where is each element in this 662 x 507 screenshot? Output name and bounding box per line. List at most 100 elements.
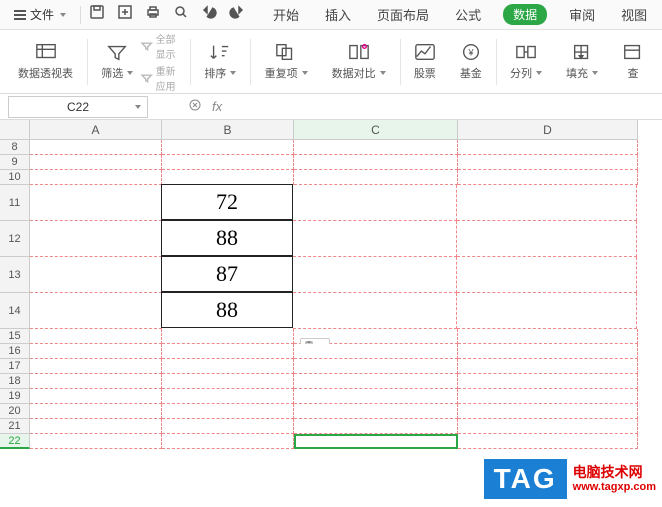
cell-B15[interactable]	[162, 329, 294, 344]
cell-A15[interactable]	[30, 329, 162, 344]
cell-C11[interactable]	[293, 185, 457, 221]
row-header-14[interactable]: 14	[0, 293, 30, 329]
split-button[interactable]: 分列	[500, 34, 552, 90]
sort-button[interactable]: 排序	[194, 34, 246, 90]
col-header-B[interactable]: B	[162, 120, 294, 140]
name-box[interactable]: C22	[8, 96, 148, 118]
cell-C14[interactable]	[293, 293, 457, 329]
select-all-corner[interactable]	[0, 120, 30, 140]
cell-C13[interactable]	[293, 257, 457, 293]
cell-D9[interactable]	[458, 155, 638, 170]
save-icon[interactable]	[89, 4, 105, 25]
cell-B19[interactable]	[162, 389, 294, 404]
file-menu[interactable]: 文件	[8, 4, 72, 25]
cell-B11[interactable]: 72	[161, 184, 293, 220]
row-header-21[interactable]: 21	[0, 419, 30, 434]
row-header-13[interactable]: 13	[0, 257, 30, 293]
cell-B21[interactable]	[162, 419, 294, 434]
cell-D19[interactable]	[458, 389, 638, 404]
row-header-17[interactable]: 17	[0, 359, 30, 374]
cell-D20[interactable]	[458, 404, 638, 419]
tab-start[interactable]: 开始	[269, 3, 303, 26]
row-header-22[interactable]: 22	[0, 434, 30, 449]
row-header-18[interactable]: 18	[0, 374, 30, 389]
cell-D18[interactable]	[458, 374, 638, 389]
cell-C12[interactable]	[293, 221, 457, 257]
cell-D11[interactable]	[457, 185, 637, 221]
tab-layout[interactable]: 页面布局	[373, 3, 433, 26]
cell-D16[interactable]	[458, 344, 638, 359]
print-icon[interactable]	[145, 4, 161, 25]
cell-B17[interactable]	[162, 359, 294, 374]
cell-A8[interactable]	[30, 140, 162, 155]
cell-B13[interactable]: 87	[161, 256, 293, 292]
cell-B18[interactable]	[162, 374, 294, 389]
cell-A13[interactable]	[30, 257, 162, 293]
undo-icon[interactable]	[201, 4, 217, 25]
cell-B22[interactable]	[162, 434, 294, 449]
stock-button[interactable]: 股票	[404, 34, 446, 90]
cell-D21[interactable]	[458, 419, 638, 434]
cell-B12[interactable]: 88	[161, 220, 293, 256]
row-header-19[interactable]: 19	[0, 389, 30, 404]
col-header-D[interactable]: D	[458, 120, 638, 140]
row-header-8[interactable]: 8	[0, 140, 30, 155]
redo-icon[interactable]	[229, 4, 245, 25]
row-header-11[interactable]: 11	[0, 185, 30, 221]
find-button[interactable]: 查	[612, 34, 654, 90]
cell-B14[interactable]: 88	[161, 292, 293, 328]
filter-button[interactable]: 筛选	[101, 43, 133, 81]
cell-A17[interactable]	[30, 359, 162, 374]
row-header-16[interactable]: 16	[0, 344, 30, 359]
row-header-12[interactable]: 12	[0, 221, 30, 257]
cell-D8[interactable]	[458, 140, 638, 155]
cell-B16[interactable]	[162, 344, 294, 359]
dedupe-button[interactable]: 重复项	[255, 34, 318, 90]
cell-B8[interactable]	[162, 140, 294, 155]
cell-C10[interactable]	[294, 170, 458, 185]
cell-D14[interactable]	[457, 293, 637, 329]
cell-A9[interactable]	[30, 155, 162, 170]
cell-C17[interactable]	[294, 359, 458, 374]
cell-A11[interactable]	[30, 185, 162, 221]
show-all-button[interactable]: 全部显示	[141, 31, 176, 61]
cell-C22[interactable]	[294, 434, 458, 449]
cell-D22[interactable]	[458, 434, 638, 449]
tab-formula[interactable]: 公式	[451, 3, 485, 26]
cell-A14[interactable]	[30, 293, 162, 329]
tab-view[interactable]: 视图	[617, 3, 651, 26]
cell-D10[interactable]	[458, 170, 638, 185]
row-header-9[interactable]: 9	[0, 155, 30, 170]
row-header-10[interactable]: 10	[0, 170, 30, 185]
cell-C21[interactable]	[294, 419, 458, 434]
cell-A10[interactable]	[30, 170, 162, 185]
cell-C19[interactable]	[294, 389, 458, 404]
compare-button[interactable]: 数据对比	[322, 34, 396, 90]
cell-B9[interactable]	[162, 155, 294, 170]
cell-A12[interactable]	[30, 221, 162, 257]
cell-C16[interactable]	[294, 344, 458, 359]
tab-insert[interactable]: 插入	[321, 3, 355, 26]
export-icon[interactable]	[117, 4, 133, 25]
cell-A18[interactable]	[30, 374, 162, 389]
preview-icon[interactable]	[173, 4, 189, 25]
cell-C9[interactable]	[294, 155, 458, 170]
cell-C20[interactable]	[294, 404, 458, 419]
cell-B20[interactable]	[162, 404, 294, 419]
pivot-button[interactable]: 数据透视表	[8, 34, 83, 90]
cell-B10[interactable]	[162, 170, 294, 185]
tab-review[interactable]: 审阅	[565, 3, 599, 26]
cell-A19[interactable]	[30, 389, 162, 404]
cell-A20[interactable]	[30, 404, 162, 419]
tab-data[interactable]: 数据	[503, 4, 547, 25]
cell-D12[interactable]	[457, 221, 637, 257]
col-header-A[interactable]: A	[30, 120, 162, 140]
cell-A21[interactable]	[30, 419, 162, 434]
fill-button[interactable]: 填充	[556, 34, 608, 90]
cell-D15[interactable]	[458, 329, 638, 344]
cell-C8[interactable]	[294, 140, 458, 155]
col-header-C[interactable]: C	[294, 120, 458, 140]
cancel-icon[interactable]	[188, 98, 202, 115]
row-header-20[interactable]: 20	[0, 404, 30, 419]
cell-D17[interactable]	[458, 359, 638, 374]
